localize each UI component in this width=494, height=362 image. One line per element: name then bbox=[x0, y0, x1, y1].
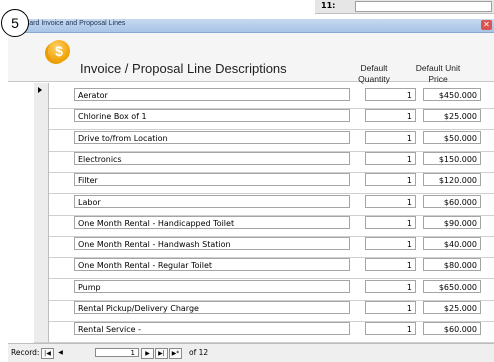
quantity-field[interactable]: 1 bbox=[365, 215, 416, 229]
unit-price-field[interactable]: $120.000 bbox=[423, 173, 481, 187]
quantity-field[interactable]: 1 bbox=[365, 151, 416, 165]
description-field[interactable]: Rental Service - bbox=[74, 322, 350, 336]
first-record-button[interactable]: |◀ bbox=[41, 348, 54, 359]
unit-price-field[interactable]: $80.000 bbox=[423, 258, 481, 272]
new-record-button[interactable]: ▶* bbox=[169, 348, 182, 359]
unit-price-field[interactable]: $25.000 bbox=[423, 109, 481, 123]
record-count: of 12 bbox=[189, 348, 209, 357]
table-row[interactable]: Rental Service - 1 $60.000 bbox=[34, 317, 494, 344]
quantity-field[interactable]: 1 bbox=[365, 237, 416, 251]
unit-price-field[interactable]: $650.000 bbox=[423, 279, 481, 293]
window-titlebar: Standard Invoice and Proposal Lines ✕ bbox=[8, 19, 494, 33]
step-marker: 5 bbox=[1, 9, 29, 37]
record-label: Record: bbox=[11, 348, 40, 357]
invoice-lines-window: Standard Invoice and Proposal Lines ✕ $ … bbox=[8, 19, 494, 362]
quantity-field[interactable]: 1 bbox=[365, 194, 416, 208]
quantity-field[interactable]: 1 bbox=[365, 173, 416, 187]
unit-price-field[interactable]: $60.000 bbox=[423, 194, 481, 208]
description-field[interactable]: Electronics bbox=[74, 151, 350, 165]
description-field[interactable]: Pump bbox=[74, 279, 350, 293]
description-field[interactable]: One Month Rental - Handicapped Toilet bbox=[74, 215, 350, 229]
description-field[interactable]: Aerator bbox=[74, 88, 350, 101]
description-field[interactable]: One Month Rental - Handwash Station bbox=[74, 237, 350, 251]
record-navigator: Record: |◀ ◀ 1 ▶ ▶| ▶* of 12 bbox=[8, 343, 494, 362]
unit-price-field[interactable]: $25.000 bbox=[423, 301, 481, 314]
last-record-button[interactable]: ▶| bbox=[155, 348, 168, 359]
unit-price-field[interactable]: $450.000 bbox=[423, 88, 481, 101]
column-header-price: Default Unit Price bbox=[415, 63, 461, 84]
current-record-arrow-icon bbox=[38, 87, 42, 93]
current-record-field[interactable]: 1 bbox=[95, 348, 139, 357]
unit-price-field[interactable]: $50.000 bbox=[423, 130, 481, 144]
dollar-coin-icon: $ bbox=[48, 40, 70, 62]
quantity-field[interactable]: 1 bbox=[365, 130, 416, 144]
previous-record-button[interactable]: ◀ bbox=[55, 348, 66, 357]
record-selector[interactable] bbox=[34, 317, 49, 343]
row-number-label: 11: bbox=[321, 1, 336, 10]
form-title: Invoice / Proposal Line Descriptions bbox=[80, 61, 287, 76]
quantity-field[interactable]: 1 bbox=[365, 88, 416, 101]
background-sheet-strip: 11: bbox=[315, 0, 494, 14]
description-field[interactable]: One Month Rental - Regular Toilet bbox=[74, 258, 350, 272]
quantity-field[interactable]: 1 bbox=[365, 258, 416, 272]
unit-price-field[interactable]: $150.000 bbox=[423, 151, 481, 165]
unit-price-field[interactable]: $60.000 bbox=[423, 322, 481, 336]
unit-price-field[interactable]: $90.000 bbox=[423, 215, 481, 229]
description-field[interactable]: Filter bbox=[74, 173, 350, 187]
unit-price-field[interactable]: $40.000 bbox=[423, 237, 481, 251]
next-record-button[interactable]: ▶ bbox=[141, 348, 154, 359]
quantity-field[interactable]: 1 bbox=[365, 279, 416, 293]
close-icon[interactable]: ✕ bbox=[481, 20, 492, 30]
background-cell bbox=[355, 1, 492, 12]
description-field[interactable]: Chlorine Box of 1 bbox=[74, 109, 350, 123]
quantity-field[interactable]: 1 bbox=[365, 109, 416, 123]
column-header-quantity: Default Quantity bbox=[358, 63, 390, 84]
quantity-field[interactable]: 1 bbox=[365, 322, 416, 336]
quantity-field[interactable]: 1 bbox=[365, 301, 416, 314]
description-field[interactable]: Labor bbox=[74, 194, 350, 208]
description-field[interactable]: Rental Pickup/Delivery Charge bbox=[74, 301, 350, 314]
description-field[interactable]: Drive to/from Location bbox=[74, 130, 350, 144]
